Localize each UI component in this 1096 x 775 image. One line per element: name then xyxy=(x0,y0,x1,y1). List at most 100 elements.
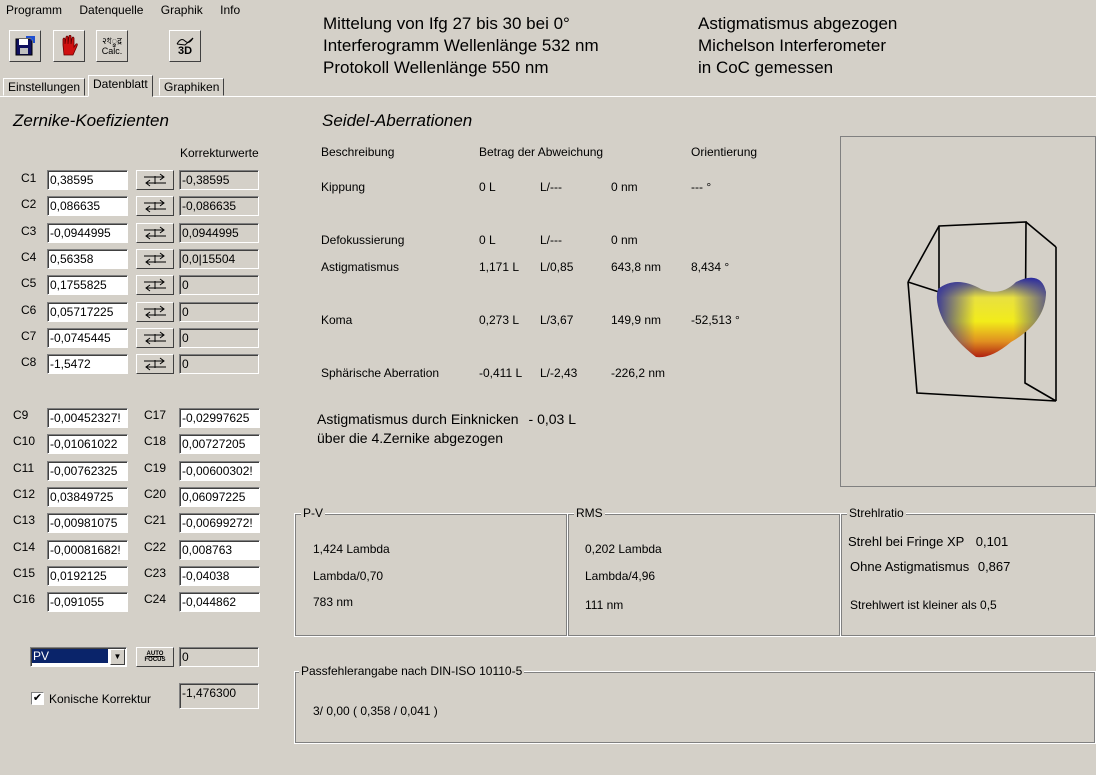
zernike-value-input[interactable]: -0,01061022 xyxy=(47,434,128,455)
menu-programm[interactable]: Programm xyxy=(6,3,62,17)
seidel-row-lambda: 1,171 L xyxy=(479,260,520,274)
transfer-arrows-icon xyxy=(144,357,166,371)
3d-button[interactable]: 3D xyxy=(169,30,201,62)
transfer-button[interactable] xyxy=(136,196,174,217)
wavefront-surface-plot xyxy=(907,221,1057,402)
zernike-value-input[interactable]: -0,091055 xyxy=(47,592,128,613)
korrektur-value: -0,086635 xyxy=(179,196,259,217)
zernike-label: C23 xyxy=(144,565,167,580)
seidel-row-name: Defokussierung xyxy=(321,233,405,247)
3d-label: 3D xyxy=(177,44,193,57)
pv-group: P-V 1,424 Lambda Lambda/0,70 783 nm xyxy=(294,506,568,637)
zernike-value-input[interactable]: -0,00600302! xyxy=(179,460,260,481)
zernike-label: C7 xyxy=(21,328,37,343)
seidel-row-ratio: L/--- xyxy=(540,233,562,247)
seidel-header-beschreibung: Beschreibung xyxy=(321,145,395,159)
seidel-row-ratio: L/--- xyxy=(540,180,562,194)
strehl-fringe-label: Strehl bei Fringe XP xyxy=(848,534,965,549)
zernike-value-input[interactable]: -0,00981075 xyxy=(47,513,128,534)
pv-line-lambda: 1,424 Lambda xyxy=(313,542,390,556)
seidel-row-orient: -52,513 ° xyxy=(691,313,740,327)
strehl-ohne-label: Ohne Astigmatismus xyxy=(850,559,970,574)
zernike-label: C17 xyxy=(144,408,167,422)
zernike-value-input[interactable]: -0,04038 xyxy=(179,565,260,586)
autofocus-value: 0 xyxy=(179,647,259,667)
seidel-row-orient: 8,434 ° xyxy=(691,260,730,274)
zernike-value-input[interactable]: 0,03849725 xyxy=(47,486,128,507)
zernike-label: C15 xyxy=(13,565,36,580)
zernike-title: Zernike-Koefizienten xyxy=(13,111,169,130)
transfer-button[interactable] xyxy=(136,170,174,190)
zernike-label: C21 xyxy=(144,513,167,528)
pv-select[interactable]: PV ▼ xyxy=(30,647,127,667)
stop-button[interactable] xyxy=(53,30,85,62)
seidel-header-orientierung: Orientierung xyxy=(691,145,758,159)
strehl-fringe-value: 0,101 xyxy=(975,534,1009,549)
save-button[interactable] xyxy=(9,30,41,62)
menu-datenquelle[interactable]: Datenquelle xyxy=(79,3,143,17)
zernike-value-input[interactable]: -0,02997625 xyxy=(179,408,260,428)
seidel-note: Astigmatismus durch Einknicken - 0,03 L ü… xyxy=(317,410,576,448)
header-coc: in CoC gemessen xyxy=(698,58,834,77)
korrektur-value: 0 xyxy=(179,301,259,322)
seidel-row-ratio: L/0,85 xyxy=(540,260,574,274)
header-protokoll: Protokoll Wellenlänge 550 nm xyxy=(323,58,549,77)
zernike-value-input[interactable]: -0,00081682! xyxy=(47,539,128,560)
zernike-value-input[interactable]: 0,56358 xyxy=(47,248,128,269)
konisch-value: -1,476300 xyxy=(179,683,259,709)
transfer-arrows-icon xyxy=(144,331,166,345)
zernike-value-input[interactable]: 0,00727205 xyxy=(179,434,260,455)
seidel-row-nm: 0 nm xyxy=(611,180,638,194)
konisch-label: Konische Korrektur xyxy=(49,692,152,706)
zernike-value-input[interactable]: 0,086635 xyxy=(47,196,128,217)
tab-line xyxy=(0,96,1096,97)
zernike-value-input[interactable]: 0,0192125 xyxy=(47,565,128,586)
zernike-value-input[interactable]: 0,06097225 xyxy=(179,486,260,507)
zernike-value-input[interactable]: 0,008763 xyxy=(179,539,260,560)
pass-group: Passfehlerangabe nach DIN-ISO 10110-5 3/… xyxy=(294,664,1096,744)
strehl-ohne-value: 0,867 xyxy=(977,559,1011,574)
konisch-checkbox[interactable]: ✔ xyxy=(31,692,44,705)
menu-info[interactable]: Info xyxy=(220,3,240,17)
transfer-button[interactable] xyxy=(136,354,174,375)
korrektur-value: 0 xyxy=(179,327,259,348)
zernike-label: C20 xyxy=(144,486,167,501)
seidel-row-lambda: 0 L xyxy=(479,233,496,247)
transfer-button[interactable] xyxy=(136,248,174,269)
seidel-row-nm: 0 nm xyxy=(611,233,638,247)
zernike-value-input[interactable]: -0,00699272! xyxy=(179,513,260,534)
transfer-button[interactable] xyxy=(136,327,174,348)
transfer-arrows-icon xyxy=(144,252,166,266)
zernike-value-input[interactable]: -0,00762325 xyxy=(47,460,128,481)
tab-einstellungen[interactable]: Einstellungen xyxy=(3,78,86,96)
zernike-value-input[interactable]: -1,5472 xyxy=(47,354,128,375)
zernike-label: C13 xyxy=(13,513,36,528)
korrektur-value: 0 xyxy=(179,275,259,296)
tab-datenblatt[interactable]: Datenblatt xyxy=(88,75,153,97)
zernike-value-input[interactable]: -0,00452327! xyxy=(47,408,128,428)
transfer-button[interactable] xyxy=(136,301,174,322)
zernike-label: C4 xyxy=(21,249,37,264)
transfer-button[interactable] xyxy=(136,222,174,243)
pv-select-value: PV xyxy=(32,649,108,663)
zernike-value-input[interactable]: -0,044862 xyxy=(179,592,260,613)
menu-graphik[interactable]: Graphik xyxy=(161,3,203,17)
tab-graphiken[interactable]: Graphiken xyxy=(159,78,225,96)
zernike-value-input[interactable]: -0,0944995 xyxy=(47,222,128,243)
zernike-label: C12 xyxy=(13,486,36,501)
chevron-down-icon[interactable]: ▼ xyxy=(110,649,125,665)
transfer-button[interactable] xyxy=(136,275,174,296)
strehl-title: Strehlratio xyxy=(847,506,906,520)
transfer-arrows-icon xyxy=(144,278,166,292)
seidel-note-line2: über die 4.Zernike abgezogen xyxy=(317,430,504,446)
zernike-value-input[interactable]: 0,05717225 xyxy=(47,301,128,322)
seidel-row-nm: -226,2 nm xyxy=(611,366,666,380)
zernike-value-input[interactable]: -0,0745445 xyxy=(47,327,128,348)
calc-button[interactable]: २ধ्रुद्र Calc. xyxy=(96,30,128,62)
transfer-arrows-icon xyxy=(144,199,166,213)
zernike-value-input[interactable]: 0,38595 xyxy=(47,170,128,190)
calc-label: Calc. xyxy=(101,46,123,56)
zernike-label: C22 xyxy=(144,539,167,554)
zernike-value-input[interactable]: 0,1755825 xyxy=(47,275,128,296)
autofocus-button[interactable]: AUTO FOCUS xyxy=(136,647,174,667)
